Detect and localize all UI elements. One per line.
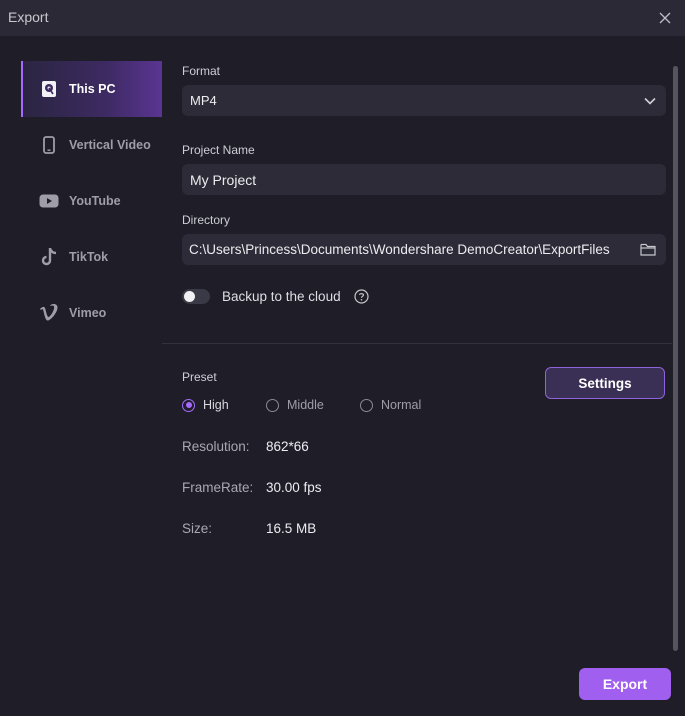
radio-label: High	[203, 398, 229, 412]
sidebar-item-tiktok[interactable]: TikTok	[21, 229, 162, 285]
format-value: MP4	[190, 93, 217, 108]
sidebar-item-this-pc[interactable]: This PC	[21, 61, 162, 117]
directory-input[interactable]: C:\Users\Princess\Documents\Wondershare …	[182, 234, 666, 265]
directory-value: C:\Users\Princess\Documents\Wondershare …	[189, 242, 610, 257]
size-label: Size:	[182, 521, 213, 536]
scrollbar[interactable]	[673, 66, 678, 651]
preset-label: Preset	[182, 370, 217, 384]
phone-icon	[39, 135, 59, 155]
preset-radio-normal[interactable]: Normal	[360, 398, 421, 412]
tiktok-icon	[39, 247, 59, 267]
format-label: Format	[182, 64, 221, 78]
settings-button[interactable]: Settings	[545, 367, 665, 399]
radio-circle	[360, 398, 373, 412]
dialog-title: Export	[8, 9, 49, 25]
export-dialog: Export This PC Vertical Video YouTube Ti…	[0, 0, 685, 716]
format-select[interactable]: MP4	[182, 85, 666, 116]
toggle-knob	[184, 291, 195, 302]
chevron-down-icon	[644, 97, 656, 105]
project-name-value: My Project	[190, 171, 257, 188]
help-icon	[354, 289, 369, 304]
radio-label: Middle	[287, 398, 324, 412]
framerate-label: FrameRate:	[182, 480, 254, 495]
size-value: 16.5 MB	[266, 521, 317, 536]
preset-radio-high[interactable]: High	[182, 398, 229, 412]
scrollbar-thumb[interactable]	[673, 66, 678, 651]
directory-label: Directory	[182, 213, 231, 227]
sidebar-item-youtube[interactable]: YouTube	[21, 173, 162, 229]
close-icon	[659, 12, 671, 24]
sidebar-item-vimeo[interactable]: Vimeo	[21, 285, 162, 341]
radio-circle	[266, 398, 279, 412]
backup-toggle[interactable]	[182, 289, 210, 304]
radio-circle	[182, 398, 195, 412]
vimeo-icon	[39, 303, 59, 323]
project-name-label: Project Name	[182, 143, 255, 157]
pc-icon	[39, 79, 59, 99]
sidebar-item-label: Vertical Video	[69, 138, 151, 152]
sidebar-item-label: Vimeo	[69, 306, 107, 320]
preset-radio-middle[interactable]: Middle	[266, 398, 324, 412]
radio-label: Normal	[381, 398, 422, 412]
help-button[interactable]	[354, 289, 369, 304]
title-bar: Export	[0, 0, 685, 36]
close-button[interactable]	[653, 6, 677, 30]
project-name-input[interactable]: My Project	[182, 164, 666, 195]
resolution-label: Resolution:	[182, 439, 250, 454]
youtube-icon	[39, 191, 59, 211]
sidebar-item-vertical-video[interactable]: Vertical Video	[21, 117, 162, 173]
backup-label: Backup to the cloud	[222, 289, 341, 304]
sidebar-item-label: TikTok	[69, 250, 109, 264]
framerate-value: 30.00 fps	[266, 480, 322, 495]
sidebar-item-label: This PC	[69, 82, 116, 96]
sidebar-item-label: YouTube	[69, 194, 121, 208]
folder-icon[interactable]	[640, 243, 656, 256]
sidebar: This PC Vertical Video YouTube TikTok Vi…	[21, 61, 162, 341]
resolution-value: 862*66	[266, 439, 309, 454]
section-divider	[162, 343, 672, 344]
export-button[interactable]: Export	[579, 668, 671, 700]
